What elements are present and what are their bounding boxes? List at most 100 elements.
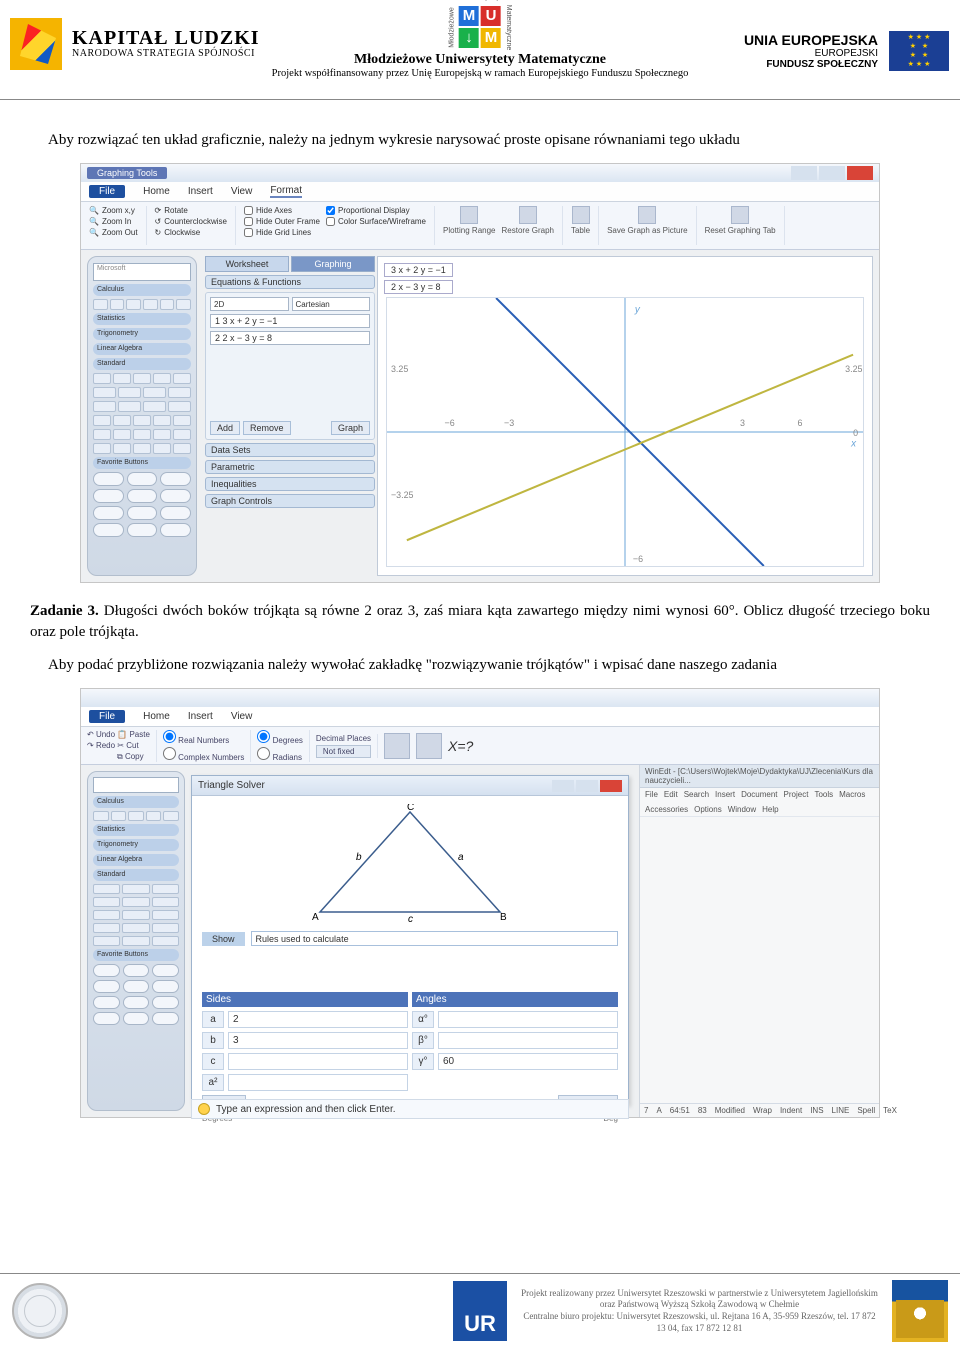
kl-subtitle: NARODOWA STRATEGIA SPÓJNOŚCI [72, 49, 260, 60]
tab-graphing[interactable]: Graphing [291, 256, 375, 272]
side-a-input[interactable]: 2 [228, 1011, 408, 1028]
angle-c-input[interactable]: 60 [438, 1053, 618, 1070]
ccw[interactable]: ↺Counterclockwise [155, 217, 227, 226]
graph-button[interactable]: Graph [331, 421, 370, 435]
task-label: Zadanie 3. [30, 603, 99, 619]
accordion-graph-controls[interactable]: Graph Controls [205, 494, 375, 508]
angle-b-input[interactable] [438, 1032, 618, 1049]
accordion-equations[interactable]: Equations & Functions [205, 275, 375, 289]
svg-text:A: A [312, 912, 319, 923]
remove-button[interactable]: Remove [243, 421, 291, 435]
footer-line2: Centralne biuro projektu: Uniwersytet Rz… [519, 1311, 880, 1334]
calc-section-calculus[interactable]: Calculus [93, 284, 191, 296]
real-numbers-radio[interactable] [163, 730, 176, 743]
svg-text:−6: −6 [445, 418, 455, 428]
window-titlebar-2 [81, 689, 879, 707]
menu-view[interactable]: View [231, 711, 253, 722]
calculator-panel: Microsoft Calculus Statistics Trigonomet… [87, 256, 197, 576]
svg-text:−3.25: −3.25 [391, 490, 414, 500]
add-button[interactable]: Add [210, 421, 240, 435]
hide-axes-check[interactable]: Hide Axes [244, 206, 320, 215]
zoom-xy[interactable]: 🔍Zoom x,y [89, 206, 138, 215]
degrees-radio[interactable] [257, 730, 270, 743]
menu-home[interactable]: Home [143, 186, 170, 197]
graph-canvas[interactable]: 3 x + 2 y = −1 2 x − 3 y = 8 −3 3 −6 6 3… [377, 256, 873, 576]
menu-home[interactable]: Home [143, 711, 170, 722]
accordion-inequalities[interactable]: Inequalities [205, 477, 375, 491]
accordion-parametric[interactable]: Parametric [205, 460, 375, 474]
decimal-select[interactable]: Not fixed [316, 745, 371, 758]
zoom-out[interactable]: 🔍Zoom Out [89, 228, 138, 237]
hide-grid-check[interactable]: Hide Grid Lines [244, 228, 320, 237]
menu-format[interactable]: Format [270, 185, 302, 198]
angle-a-input[interactable] [438, 1011, 618, 1028]
cw[interactable]: ↻Clockwise [155, 228, 227, 237]
maximize-icon[interactable] [819, 166, 845, 180]
svg-text:0: 0 [853, 428, 858, 438]
select-cartesian[interactable]: Cartesian [292, 297, 371, 311]
equation-1-input[interactable]: 1 3 x + 2 y = −1 [210, 314, 370, 328]
hint-text: Type an expression and then click Enter. [216, 1104, 396, 1115]
color-surface-check[interactable]: Color Surface/Wireframe [326, 217, 426, 226]
menu-file[interactable]: File [89, 710, 125, 723]
complex-numbers-radio[interactable] [163, 747, 176, 760]
graph-eq-label-1: 3 x + 2 y = −1 [384, 263, 453, 277]
rotate[interactable]: ⟳Rotate [155, 206, 227, 215]
book-icon[interactable] [384, 733, 410, 759]
select-2d[interactable]: 2D [210, 297, 289, 311]
calc-section-linear-algebra[interactable]: Linear Algebra [93, 343, 191, 355]
tab-worksheet[interactable]: Worksheet [205, 256, 289, 272]
chelm-crest-icon [892, 1280, 948, 1342]
pencil-icon[interactable] [416, 733, 442, 759]
equations-panel: Worksheet Graphing Equations & Functions… [205, 256, 375, 576]
ur-logo-icon: UR [453, 1281, 507, 1341]
winedt-menu: File Edit Search Insert Document Project… [640, 788, 879, 817]
area-input[interactable] [228, 1074, 408, 1091]
solve-x-icon[interactable]: X=? [448, 738, 473, 754]
window-titlebar: Graphing Tools [81, 164, 879, 182]
svg-text:3: 3 [740, 418, 745, 428]
minimize-icon[interactable] [552, 780, 574, 792]
reset-tab-button[interactable]: Reset Graphing Tab [705, 206, 776, 245]
restore-graph-button[interactable]: Restore Graph [502, 206, 554, 245]
header-sides: Sides [202, 992, 408, 1007]
svg-text:−3: −3 [504, 418, 514, 428]
kapital-ludzki-text: KAPITAŁ LUDZKI NARODOWA STRATEGIA SPÓJNO… [72, 28, 260, 60]
menu-file[interactable]: File [89, 185, 125, 198]
zoom-in[interactable]: 🔍Zoom In [89, 217, 138, 226]
paragraph-3: Aby podać przybliżone rozwiązania należy… [30, 655, 930, 676]
svg-text:3.25: 3.25 [845, 364, 862, 374]
svg-text:b: b [356, 852, 362, 863]
calc-section-trigonometry[interactable]: Trigonometry [93, 328, 191, 340]
show-select[interactable]: Rules used to calculate [251, 931, 618, 946]
menu-insert[interactable]: Insert [188, 711, 213, 722]
save-graph-button[interactable]: Save Graph as Picture [607, 206, 687, 245]
calc-section-favorite[interactable]: Favorite Buttons [93, 457, 191, 469]
svg-text:C: C [407, 804, 414, 813]
menu-insert[interactable]: Insert [188, 186, 213, 197]
accordion-datasets[interactable]: Data Sets [205, 443, 375, 457]
close-icon[interactable] [847, 166, 873, 180]
equation-2-input[interactable]: 2 2 x − 3 y = 8 [210, 331, 370, 345]
maximize-icon[interactable] [576, 780, 598, 792]
plotting-range-button[interactable]: Plotting Range [443, 206, 495, 245]
app-menu: File Home Insert View Format [81, 182, 879, 202]
ribbon-2: ↶ Undo 📋 Paste ↷ Redo ✂ Cut ⧉ Copy Real … [81, 727, 879, 765]
prop-display-check[interactable]: Proportional Display [326, 206, 426, 215]
refresh-icon [519, 206, 537, 224]
ribbon: 🔍Zoom x,y 🔍Zoom In 🔍Zoom Out ⟳Rotate ↺Co… [81, 202, 879, 250]
radians-radio[interactable] [257, 747, 270, 760]
table-button[interactable]: Table [571, 206, 590, 245]
screenshot-triangle-solver: File Home Insert View ↶ Undo 📋 Paste ↷ R… [80, 688, 880, 1118]
close-icon[interactable] [600, 780, 622, 792]
calc-section-standard[interactable]: Standard [93, 358, 191, 370]
side-b-input[interactable]: 3 [228, 1032, 408, 1049]
hide-frame-check[interactable]: Hide Outer Frame [244, 217, 320, 226]
calc-section-statistics[interactable]: Statistics [93, 313, 191, 325]
svg-text:a: a [458, 852, 464, 863]
menu-view[interactable]: View [231, 186, 253, 197]
side-c-input[interactable] [228, 1053, 408, 1070]
svg-text:x: x [850, 438, 857, 449]
minimize-icon[interactable] [791, 166, 817, 180]
triangle-solver-title: Triangle Solver [198, 780, 265, 791]
